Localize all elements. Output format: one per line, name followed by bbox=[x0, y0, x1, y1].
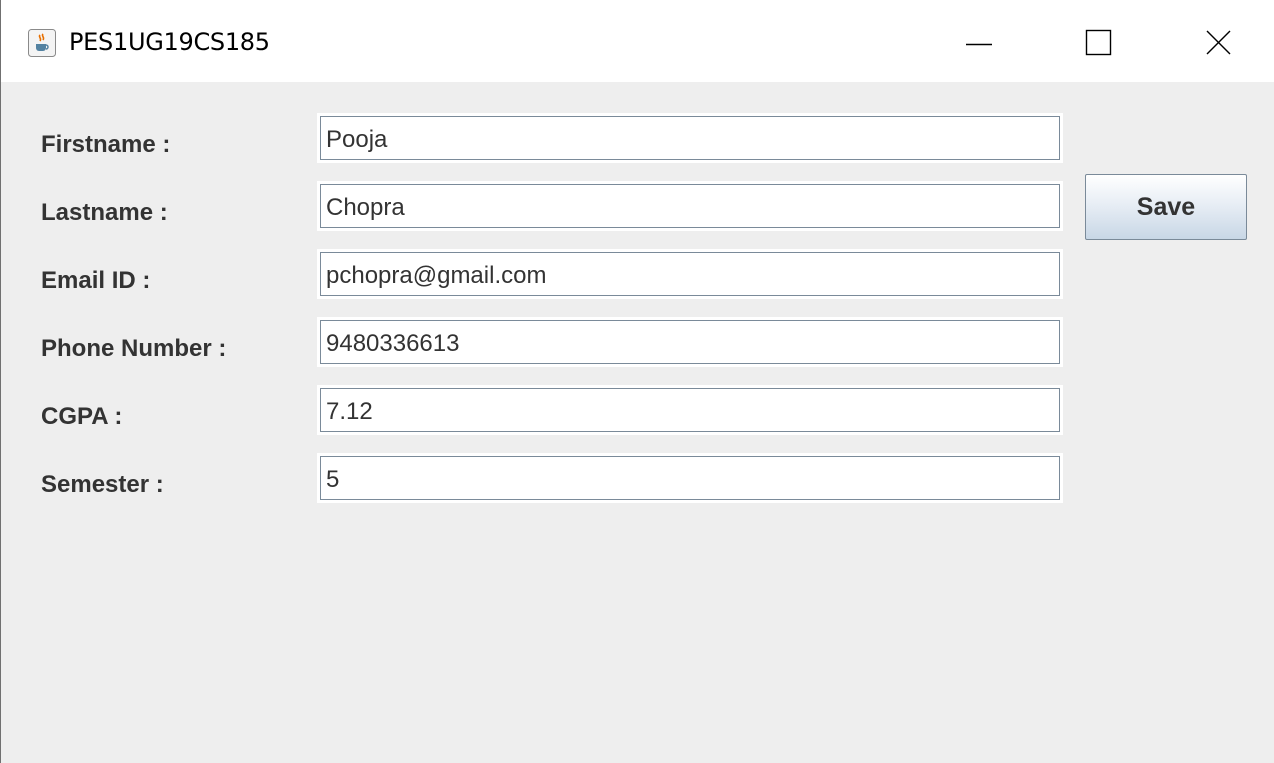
java-coffee-cup-icon[interactable] bbox=[28, 29, 56, 57]
form-panel: Firstname : Lastname : Email ID : Phone … bbox=[1, 82, 1274, 763]
maximize-button[interactable] bbox=[1056, 0, 1146, 82]
window-title: PES1UG19CS185 bbox=[69, 28, 270, 56]
firstname-label: Firstname : bbox=[41, 131, 171, 158]
cgpa-field[interactable] bbox=[317, 385, 1063, 435]
email-label: Email ID : bbox=[41, 267, 151, 294]
email-field[interactable] bbox=[317, 249, 1063, 299]
title-bar[interactable]: PES1UG19CS185 bbox=[1, 0, 1274, 82]
maximize-icon bbox=[1085, 29, 1112, 56]
close-button[interactable] bbox=[1166, 0, 1256, 82]
phone-number-label: Phone Number : bbox=[41, 335, 227, 362]
app-window: PES1UG19CS185 Firstname : Lastname : Ema… bbox=[0, 0, 1274, 763]
semester-field[interactable] bbox=[317, 453, 1063, 503]
phone-number-field[interactable] bbox=[317, 317, 1063, 367]
close-icon bbox=[1206, 30, 1231, 55]
firstname-field[interactable] bbox=[317, 113, 1063, 163]
save-button[interactable]: Save bbox=[1085, 174, 1247, 240]
lastname-label: Lastname : bbox=[41, 199, 168, 226]
semester-label: Semester : bbox=[41, 471, 164, 498]
minimize-button[interactable] bbox=[956, 0, 1046, 82]
lastname-field[interactable] bbox=[317, 181, 1063, 231]
minimize-icon bbox=[966, 43, 992, 46]
cgpa-label: CGPA : bbox=[41, 403, 123, 430]
